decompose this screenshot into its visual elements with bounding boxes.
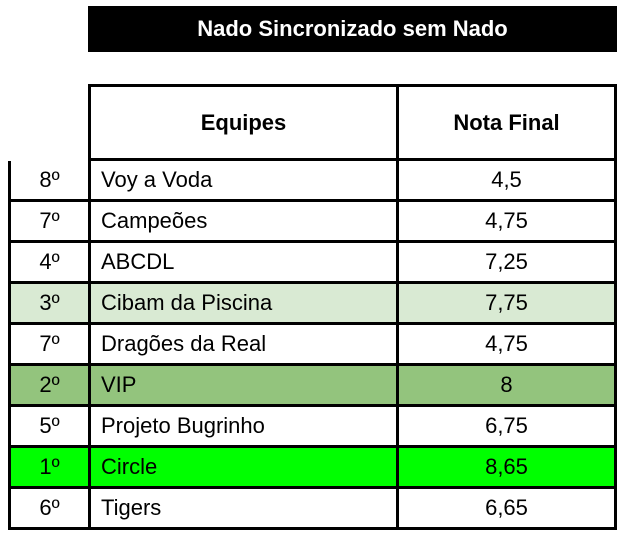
rank-cell: 5º	[11, 407, 91, 445]
rank-cell: 7º	[11, 202, 91, 240]
score-cell: 4,5	[491, 167, 522, 192]
team-cell: Tigers	[91, 489, 399, 527]
score-cell: 7,75	[485, 290, 528, 315]
header-final-score: Nota Final	[453, 109, 560, 135]
table-row: 4º ABCDL 7,25	[8, 243, 617, 284]
table-row: 8º Voy a Voda 4,5	[8, 161, 617, 202]
rank-cell: 3º	[11, 284, 91, 322]
team-cell: ABCDL	[91, 243, 399, 281]
team-cell: Projeto Bugrinho	[91, 407, 399, 445]
table-row: 1º Circle 8,65	[8, 448, 617, 489]
score-cell: 4,75	[485, 208, 528, 233]
team-cell: Circle	[91, 448, 399, 486]
table-row: 7º Campeões 4,75	[8, 202, 617, 243]
rank-cell: 8º	[11, 161, 91, 199]
score-cell: 7,25	[485, 249, 528, 274]
table-row: 2º VIP 8	[8, 366, 617, 407]
score-cell: 8,65	[485, 454, 528, 479]
table-title: Nado Sincronizado sem Nado	[88, 6, 617, 52]
team-cell: VIP	[91, 366, 399, 404]
table-row: 6º Tigers 6,65	[8, 489, 617, 530]
table-row: 7º Dragões da Real 4,75	[8, 325, 617, 366]
team-cell: Dragões da Real	[91, 325, 399, 363]
team-cell: Cibam da Piscina	[91, 284, 399, 322]
rank-cell: 4º	[11, 243, 91, 281]
score-cell: 8	[500, 372, 513, 397]
header-teams: Equipes	[91, 87, 399, 158]
rank-cell: 1º	[11, 448, 91, 486]
score-cell: 6,65	[485, 495, 528, 520]
score-cell: 4,75	[485, 331, 528, 356]
table-row: 5º Projeto Bugrinho 6,75	[8, 407, 617, 448]
rank-cell: 7º	[11, 325, 91, 363]
table-header: Equipes Nota Final	[88, 84, 617, 161]
team-cell: Voy a Voda	[91, 161, 399, 199]
table-row: 3º Cibam da Piscina 7,75	[8, 284, 617, 325]
rank-cell: 6º	[11, 489, 91, 527]
score-cell: 6,75	[485, 413, 528, 438]
team-cell: Campeões	[91, 202, 399, 240]
results-table-body: 8º Voy a Voda 4,5 7º Campeões 4,75 4º AB…	[8, 161, 617, 530]
rank-cell: 2º	[11, 366, 91, 404]
